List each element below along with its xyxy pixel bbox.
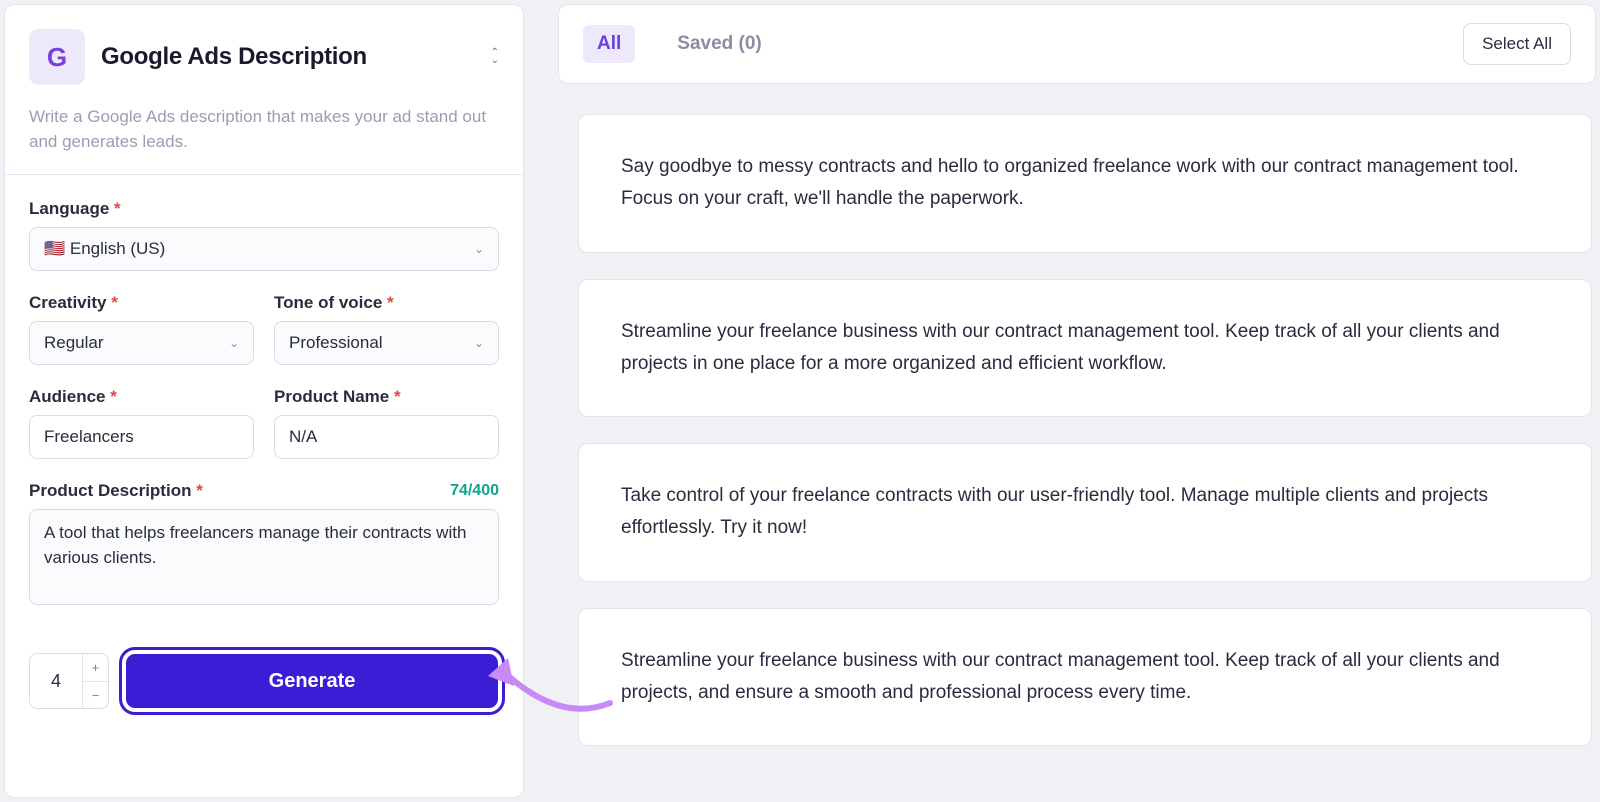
generate-button[interactable]: Generate (125, 653, 499, 709)
language-label: Language * (29, 199, 499, 219)
result-card[interactable]: Take control of your freelance contracts… (578, 443, 1592, 582)
creativity-field: Creativity * Regular ⌄ (29, 293, 254, 365)
expand-toggle[interactable]: ⌃ ⌄ (491, 49, 499, 65)
results-panel: All Saved (0) Select All Say goodbye to … (558, 4, 1596, 798)
generate-row: 4 + − Generate (5, 629, 523, 733)
product-desc-field: Product Description * 74/400 (29, 481, 499, 605)
product-name-label: Product Name * (274, 387, 499, 407)
tone-field: Tone of voice * Professional ⌄ (274, 293, 499, 365)
char-count: 74/400 (450, 482, 499, 500)
chevron-down-icon: ⌄ (229, 336, 239, 350)
tone-label: Tone of voice * (274, 293, 499, 313)
quantity-plus-icon[interactable]: + (83, 654, 108, 682)
product-desc-textarea[interactable] (29, 509, 499, 605)
creativity-label: Creativity * (29, 293, 254, 313)
chevron-down-icon: ⌄ (474, 336, 484, 350)
creativity-value: Regular (44, 333, 104, 353)
audience-label: Audience * (29, 387, 254, 407)
panel-header: G Google Ads Description ⌃ ⌄ Write a Goo… (5, 5, 523, 175)
tone-select[interactable]: Professional ⌄ (274, 321, 499, 365)
result-card[interactable]: Say goodbye to messy contracts and hello… (578, 114, 1592, 253)
chevron-down-icon: ⌄ (474, 242, 484, 256)
audience-field: Audience * (29, 387, 254, 459)
result-card[interactable]: Streamline your freelance business with … (578, 279, 1592, 418)
product-desc-label: Product Description * (29, 481, 203, 501)
language-value: 🇺🇸 English (US) (44, 239, 165, 259)
form-body: Language * 🇺🇸 English (US) ⌄ Creativity … (5, 175, 523, 629)
tone-value: Professional (289, 333, 383, 353)
tabs-group: All Saved (0) (583, 25, 776, 63)
audience-input[interactable] (29, 415, 254, 459)
language-select[interactable]: 🇺🇸 English (US) ⌄ (29, 227, 499, 271)
result-card[interactable]: Streamline your freelance business with … (578, 608, 1592, 747)
select-all-button[interactable]: Select All (1463, 23, 1571, 65)
results-list: Say goodbye to messy contracts and hello… (558, 114, 1596, 750)
form-panel: G Google Ads Description ⌃ ⌄ Write a Goo… (4, 4, 524, 798)
language-field: Language * 🇺🇸 English (US) ⌄ (29, 199, 499, 271)
creativity-select[interactable]: Regular ⌄ (29, 321, 254, 365)
quantity-stepper[interactable]: 4 + − (29, 653, 109, 709)
product-name-input[interactable] (274, 415, 499, 459)
product-name-field: Product Name * (274, 387, 499, 459)
page-title: Google Ads Description (101, 43, 367, 71)
panel-description: Write a Google Ads description that make… (29, 105, 499, 154)
quantity-minus-icon[interactable]: − (83, 682, 108, 709)
quantity-value: 4 (30, 654, 82, 708)
tab-all[interactable]: All (583, 25, 635, 63)
tab-saved[interactable]: Saved (0) (663, 25, 775, 63)
chevron-down-icon: ⌄ (491, 57, 499, 65)
tabs-bar: All Saved (0) Select All (558, 4, 1596, 84)
google-logo-icon: G (29, 29, 85, 85)
title-row: G Google Ads Description ⌃ ⌄ (29, 29, 499, 85)
